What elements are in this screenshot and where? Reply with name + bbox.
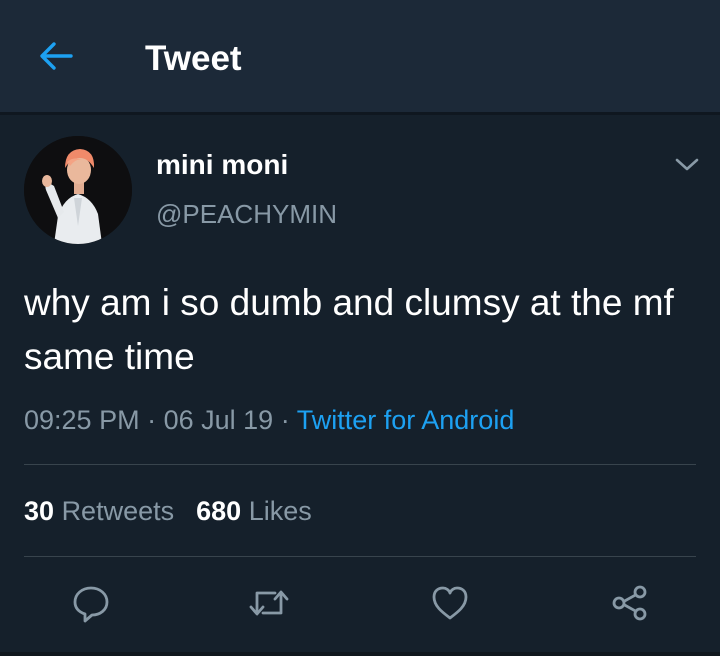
avatar[interactable] [24, 136, 132, 244]
tweet-date: 06 Jul 19 [163, 405, 274, 435]
meta-separator: · [147, 405, 157, 435]
retweet-icon [249, 590, 289, 616]
tweet-options-button[interactable] [670, 150, 704, 180]
tweet-source-link[interactable]: Twitter for Android [297, 405, 515, 435]
reply-button[interactable] [67, 580, 115, 626]
divider [24, 464, 696, 465]
like-button[interactable] [426, 580, 474, 626]
likes-label: Likes [248, 496, 312, 526]
likes-count: 680 [196, 496, 242, 526]
header-shadow [0, 112, 720, 115]
author-name[interactable]: mini moni [156, 148, 288, 182]
tweet-meta: 09:25 PM · 06 Jul 19 · Twitter for Andro… [24, 402, 514, 438]
author-handle[interactable]: @PEACHYMIN [156, 198, 337, 230]
heart-icon [432, 586, 468, 620]
tweet-time: 09:25 PM [24, 405, 140, 435]
meta-separator: · [280, 405, 290, 435]
retweets-count: 30 [24, 496, 55, 526]
tweet-text: why am i so dumb and clumsy at the mf sa… [24, 282, 674, 377]
likes-stat[interactable]: 680 Likes [196, 496, 312, 526]
profile-photo [24, 136, 132, 244]
retweets-stat[interactable]: 30 Retweets [24, 496, 174, 526]
arrow-left-icon [40, 42, 73, 70]
chevron-down-icon [675, 158, 699, 171]
share-button[interactable] [606, 580, 654, 626]
bottom-divider [0, 652, 720, 656]
tweet-stats: 30 Retweets 680 Likes [24, 494, 312, 528]
share-icon [612, 585, 647, 621]
retweet-button[interactable] [245, 580, 293, 626]
retweets-label: Retweets [61, 496, 175, 526]
page-title: Tweet [145, 39, 242, 78]
back-button[interactable] [34, 36, 78, 76]
reply-icon [73, 586, 109, 623]
divider [24, 556, 696, 557]
app-header: Tweet [0, 0, 720, 112]
